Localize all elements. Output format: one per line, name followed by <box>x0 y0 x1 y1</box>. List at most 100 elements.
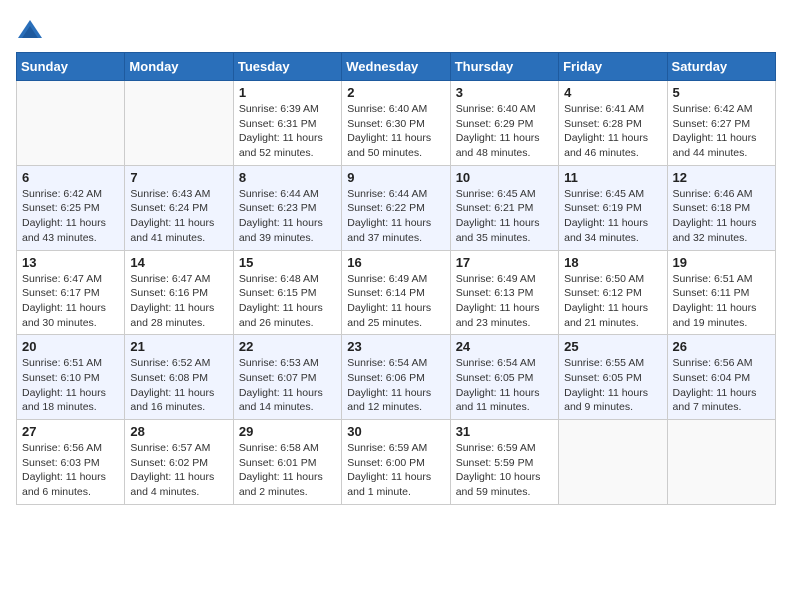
day-info: Sunrise: 6:43 AMSunset: 6:24 PMDaylight:… <box>130 187 227 246</box>
calendar-week-row: 27 Sunrise: 6:56 AMSunset: 6:03 PMDayligh… <box>17 420 776 505</box>
calendar-day-cell: 25Sunrise: 6:55 AMSunset: 6:05 PMDayligh… <box>559 335 667 420</box>
day-info: Sunrise: 6:49 AMSunset: 6:13 PMDaylight:… <box>456 272 553 331</box>
day-info: Sunrise: 6:45 AMSunset: 6:19 PMDaylight:… <box>564 187 661 246</box>
calendar-day-cell: 18 Sunrise: 6:50 AMSunset: 6:12 PMDayligh… <box>559 250 667 335</box>
calendar-day-cell: 20 Sunrise: 6:51 AMSunset: 6:10 PMDayligh… <box>17 335 125 420</box>
day-info: Sunrise: 6:54 AMSunset: 6:05 PMDaylight:… <box>456 356 553 415</box>
calendar-day-cell: 26 Sunrise: 6:56 AMSunset: 6:04 PMDayligh… <box>667 335 775 420</box>
day-number: 8 <box>239 170 336 185</box>
calendar-day-cell: 29 Sunrise: 6:58 AMSunset: 6:01 PMDayligh… <box>233 420 341 505</box>
calendar-week-row: 6 Sunrise: 6:42 AMSunset: 6:25 PMDaylight… <box>17 165 776 250</box>
day-info: Sunrise: 6:56 AMSunset: 6:03 PMDaylight:… <box>22 441 119 500</box>
day-info: Sunrise: 6:59 AMSunset: 5:59 PMDaylight:… <box>456 441 553 500</box>
calendar-header-row: SundayMondayTuesdayWednesdayThursdayFrid… <box>17 53 776 81</box>
calendar-day-cell: 11 Sunrise: 6:45 AMSunset: 6:19 PMDayligh… <box>559 165 667 250</box>
calendar-week-row: 1 Sunrise: 6:39 AMSunset: 6:31 PMDaylight… <box>17 81 776 166</box>
day-number: 21 <box>130 339 227 354</box>
day-number: 25 <box>564 339 661 354</box>
calendar-day-cell: 30Sunrise: 6:59 AMSunset: 6:00 PMDayligh… <box>342 420 450 505</box>
calendar-day-cell: 1 Sunrise: 6:39 AMSunset: 6:31 PMDaylight… <box>233 81 341 166</box>
calendar-day-cell: 21 Sunrise: 6:52 AMSunset: 6:08 PMDayligh… <box>125 335 233 420</box>
day-info: Sunrise: 6:47 AMSunset: 6:16 PMDaylight:… <box>130 272 227 331</box>
day-info: Sunrise: 6:50 AMSunset: 6:12 PMDaylight:… <box>564 272 661 331</box>
calendar-day-cell: 27 Sunrise: 6:56 AMSunset: 6:03 PMDayligh… <box>17 420 125 505</box>
calendar-day-cell <box>17 81 125 166</box>
calendar-day-cell: 13 Sunrise: 6:47 AMSunset: 6:17 PMDayligh… <box>17 250 125 335</box>
day-number: 24 <box>456 339 553 354</box>
day-number: 13 <box>22 255 119 270</box>
calendar-week-row: 13 Sunrise: 6:47 AMSunset: 6:17 PMDayligh… <box>17 250 776 335</box>
day-number: 22 <box>239 339 336 354</box>
calendar-day-cell: 7Sunrise: 6:43 AMSunset: 6:24 PMDaylight… <box>125 165 233 250</box>
day-number: 1 <box>239 85 336 100</box>
calendar-day-cell: 5 Sunrise: 6:42 AMSunset: 6:27 PMDaylight… <box>667 81 775 166</box>
day-number: 11 <box>564 170 661 185</box>
calendar-day-cell <box>125 81 233 166</box>
day-number: 5 <box>673 85 770 100</box>
page-header <box>16 16 776 44</box>
day-info: Sunrise: 6:39 AMSunset: 6:31 PMDaylight:… <box>239 102 336 161</box>
day-info: Sunrise: 6:53 AMSunset: 6:07 PMDaylight:… <box>239 356 336 415</box>
calendar-day-cell: 2Sunrise: 6:40 AMSunset: 6:30 PMDaylight… <box>342 81 450 166</box>
day-info: Sunrise: 6:44 AMSunset: 6:23 PMDaylight:… <box>239 187 336 246</box>
calendar-day-cell: 22 Sunrise: 6:53 AMSunset: 6:07 PMDayligh… <box>233 335 341 420</box>
day-info: Sunrise: 6:46 AMSunset: 6:18 PMDaylight:… <box>673 187 770 246</box>
calendar-day-cell: 14 Sunrise: 6:47 AMSunset: 6:16 PMDayligh… <box>125 250 233 335</box>
calendar-day-cell: 31 Sunrise: 6:59 AMSunset: 5:59 PMDayligh… <box>450 420 558 505</box>
calendar-day-cell: 19 Sunrise: 6:51 AMSunset: 6:11 PMDayligh… <box>667 250 775 335</box>
day-number: 27 <box>22 424 119 439</box>
day-number: 18 <box>564 255 661 270</box>
day-number: 9 <box>347 170 444 185</box>
day-number: 17 <box>456 255 553 270</box>
day-number: 6 <box>22 170 119 185</box>
day-number: 30 <box>347 424 444 439</box>
calendar-day-cell: 3Sunrise: 6:40 AMSunset: 6:29 PMDaylight… <box>450 81 558 166</box>
weekday-header-cell: Tuesday <box>233 53 341 81</box>
day-number: 19 <box>673 255 770 270</box>
weekday-header-cell: Sunday <box>17 53 125 81</box>
day-info: Sunrise: 6:47 AMSunset: 6:17 PMDaylight:… <box>22 272 119 331</box>
day-info: Sunrise: 6:42 AMSunset: 6:27 PMDaylight:… <box>673 102 770 161</box>
day-info: Sunrise: 6:45 AMSunset: 6:21 PMDaylight:… <box>456 187 553 246</box>
day-number: 4 <box>564 85 661 100</box>
calendar-day-cell: 23 Sunrise: 6:54 AMSunset: 6:06 PMDayligh… <box>342 335 450 420</box>
day-number: 10 <box>456 170 553 185</box>
day-info: Sunrise: 6:58 AMSunset: 6:01 PMDaylight:… <box>239 441 336 500</box>
day-info: Sunrise: 6:54 AMSunset: 6:06 PMDaylight:… <box>347 356 444 415</box>
calendar-day-cell: 10 Sunrise: 6:45 AMSunset: 6:21 PMDayligh… <box>450 165 558 250</box>
day-info: Sunrise: 6:41 AMSunset: 6:28 PMDaylight:… <box>564 102 661 161</box>
weekday-header-cell: Wednesday <box>342 53 450 81</box>
day-info: Sunrise: 6:51 AMSunset: 6:11 PMDaylight:… <box>673 272 770 331</box>
calendar-day-cell: 15Sunrise: 6:48 AMSunset: 6:15 PMDayligh… <box>233 250 341 335</box>
day-info: Sunrise: 6:42 AMSunset: 6:25 PMDaylight:… <box>22 187 119 246</box>
day-number: 31 <box>456 424 553 439</box>
day-number: 29 <box>239 424 336 439</box>
weekday-header-cell: Saturday <box>667 53 775 81</box>
weekday-header-cell: Monday <box>125 53 233 81</box>
day-number: 12 <box>673 170 770 185</box>
calendar-week-row: 20 Sunrise: 6:51 AMSunset: 6:10 PMDayligh… <box>17 335 776 420</box>
logo <box>16 16 48 44</box>
day-number: 23 <box>347 339 444 354</box>
day-info: Sunrise: 6:44 AMSunset: 6:22 PMDaylight:… <box>347 187 444 246</box>
calendar-day-cell <box>559 420 667 505</box>
day-info: Sunrise: 6:51 AMSunset: 6:10 PMDaylight:… <box>22 356 119 415</box>
weekday-header-cell: Thursday <box>450 53 558 81</box>
calendar-day-cell: 16Sunrise: 6:49 AMSunset: 6:14 PMDayligh… <box>342 250 450 335</box>
calendar-day-cell: 8 Sunrise: 6:44 AMSunset: 6:23 PMDaylight… <box>233 165 341 250</box>
day-number: 20 <box>22 339 119 354</box>
day-number: 26 <box>673 339 770 354</box>
calendar-day-cell: 9 Sunrise: 6:44 AMSunset: 6:22 PMDaylight… <box>342 165 450 250</box>
day-info: Sunrise: 6:56 AMSunset: 6:04 PMDaylight:… <box>673 356 770 415</box>
calendar-day-cell: 17 Sunrise: 6:49 AMSunset: 6:13 PMDayligh… <box>450 250 558 335</box>
day-info: Sunrise: 6:48 AMSunset: 6:15 PMDaylight:… <box>239 272 336 331</box>
day-number: 14 <box>130 255 227 270</box>
day-number: 2 <box>347 85 444 100</box>
calendar-day-cell: 6 Sunrise: 6:42 AMSunset: 6:25 PMDaylight… <box>17 165 125 250</box>
calendar-day-cell: 28Sunrise: 6:57 AMSunset: 6:02 PMDayligh… <box>125 420 233 505</box>
calendar-table: SundayMondayTuesdayWednesdayThursdayFrid… <box>16 52 776 505</box>
day-info: Sunrise: 6:49 AMSunset: 6:14 PMDaylight:… <box>347 272 444 331</box>
day-info: Sunrise: 6:52 AMSunset: 6:08 PMDaylight:… <box>130 356 227 415</box>
calendar-day-cell: 12 Sunrise: 6:46 AMSunset: 6:18 PMDayligh… <box>667 165 775 250</box>
calendar-body: 1 Sunrise: 6:39 AMSunset: 6:31 PMDaylight… <box>17 81 776 505</box>
